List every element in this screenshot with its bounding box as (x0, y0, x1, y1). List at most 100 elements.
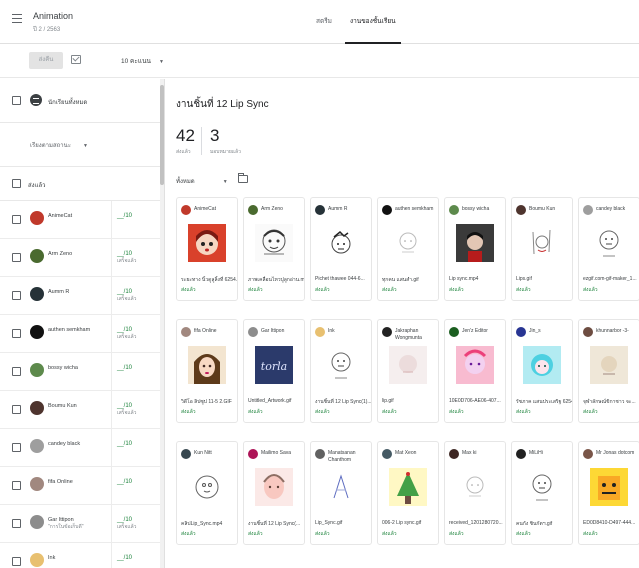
submission-filter-dropdown[interactable]: ทั้งหมด ▼ (176, 176, 228, 186)
student-checkbox[interactable] (12, 405, 21, 414)
student-checkbox[interactable] (12, 481, 21, 490)
student-checkbox[interactable] (12, 253, 21, 262)
submission-card[interactable]: Kun Nitt คลิปLip_Sync.mp4 ส่งแล้ว (176, 441, 238, 545)
submission-thumbnail[interactable] (590, 346, 628, 384)
grade-field[interactable]: __/10 (117, 365, 132, 372)
attachment-name[interactable]: ภาพเคลื่อนไหวปูลูกอ่าน.mov (248, 276, 304, 284)
attachment-name[interactable]: 10E0D706-AE06-407... (449, 398, 505, 404)
student-row[interactable]: fifa Online __/10 (0, 467, 164, 505)
attachment-name[interactable]: Lip sync.mp4 (449, 276, 505, 282)
sort-label[interactable]: นักเรียนทั้งหมด (48, 97, 87, 107)
student-checkbox[interactable] (12, 291, 21, 300)
attachment-name[interactable]: ED0D8410-D497-444... (583, 520, 639, 526)
scrollbar-thumb[interactable] (160, 85, 164, 185)
submission-thumbnail[interactable] (188, 346, 226, 384)
submission-thumbnail[interactable] (456, 224, 494, 262)
attachment-name[interactable]: 006-2 Lip sync.gif (382, 520, 438, 526)
student-row[interactable]: Boumu Kun __/10 เสร็จแล้ว (0, 391, 164, 429)
submission-card[interactable]: Manatsanan Chanthom Lip_Sync.gif ส่งแล้ว (310, 441, 372, 545)
submission-card[interactable]: bossy wicha Lip sync.mp4 ส่งแล้ว (444, 197, 506, 301)
folder-icon[interactable] (238, 173, 248, 183)
attachment-name[interactable]: รัชภาค แสนประเสริฐ 6254... (516, 398, 572, 406)
attachment-name[interactable]: Lip_Sync.gif (315, 520, 371, 526)
submission-thumbnail[interactable] (188, 468, 226, 506)
attachment-name[interactable]: Lips.gif (516, 276, 572, 282)
submission-card[interactable]: Mr Jonas dotcom ED0D8410-D497-444... ส่งแล… (578, 441, 639, 545)
student-row[interactable]: bossy wicha __/10 (0, 353, 164, 391)
attachment-name[interactable]: ระยะทาง นิ้วดูลูลิ้งที่ 6254... (181, 276, 237, 284)
student-checkbox[interactable] (12, 215, 21, 224)
attachment-name[interactable]: วิดีโอ ลิปซูป 11-5 2.GIF (181, 398, 237, 406)
submission-card[interactable]: Jakraphan Wongmunta lip.gif ส่งแล้ว (377, 319, 439, 423)
student-row[interactable]: candey black __/10 (0, 429, 164, 467)
submission-thumbnail[interactable] (322, 224, 360, 262)
attachment-name[interactable]: Untitled_Artwork.gif (248, 398, 304, 404)
submission-card[interactable]: Ink งานชิ้นที่ 12 Lip Sync(1)... ส่งแล้ว (310, 319, 372, 423)
grade-field[interactable]: __/10 เสร็จแล้ว (117, 517, 136, 531)
group-checkbox[interactable] (12, 179, 21, 188)
sort-icon[interactable] (30, 94, 42, 106)
submission-card[interactable]: authen semkham ทุกคน แสนสำ.gif ส่งแล้ว (377, 197, 439, 301)
submission-card[interactable]: Aumm R Pichet thawee 044-6... ส่งแล้ว (310, 197, 372, 301)
submission-card[interactable]: Jen'z Editor 10E0D706-AE06-407... ส่งแล้ว (444, 319, 506, 423)
submission-thumbnail[interactable] (255, 224, 293, 262)
attachment-name[interactable]: ezgif.com-gif-maker_1... (583, 276, 639, 282)
submission-card[interactable]: AnimeCat ระยะทาง นิ้วดูลูลิ้งที่ 6254... ส… (176, 197, 238, 301)
points-select[interactable]: 10 คะแนน ▼ (121, 56, 164, 66)
tab-instructions[interactable]: สตรีม (307, 0, 341, 44)
scrollbar[interactable] (160, 79, 164, 568)
submission-thumbnail[interactable] (456, 346, 494, 384)
submission-card[interactable]: Jin_s รัชภาค แสนประเสริฐ 6254... ส่งแล้ว (511, 319, 573, 423)
submission-thumbnail[interactable] (389, 346, 427, 384)
submission-thumbnail[interactable] (456, 468, 494, 506)
submission-thumbnail[interactable] (523, 346, 561, 384)
attachment-name[interactable]: คนกัง ชินกัตฯ.gif (516, 520, 572, 528)
status-filter-dropdown[interactable]: เรียงตามสถานะ ▼ (30, 140, 88, 150)
submission-thumbnail[interactable] (188, 224, 226, 262)
student-row[interactable]: Ink __/10 (0, 543, 164, 568)
submission-card[interactable]: Mat Xeon 006-2 Lip sync.gif ส่งแล้ว (377, 441, 439, 545)
student-row[interactable]: Gar Ittipon "การในข้อเก็บดี" __/10 เสร็จแล้… (0, 505, 164, 543)
attachment-name[interactable]: received_1201280720... (449, 520, 505, 526)
submission-thumbnail[interactable] (255, 468, 293, 506)
submission-card[interactable]: khunnarbor -3- จุฬาลักษณ์ขิกาชาว จะ... ส่ง… (578, 319, 639, 423)
submission-thumbnail[interactable] (389, 468, 427, 506)
submission-card[interactable]: Max ki received_1201280720... ส่งแล้ว (444, 441, 506, 545)
submission-thumbnail[interactable] (389, 224, 427, 262)
submission-card[interactable]: Boumu Kun Lips.gif ส่งแล้ว (511, 197, 573, 301)
menu-icon[interactable] (12, 14, 22, 23)
student-checkbox[interactable] (12, 329, 21, 338)
grade-field[interactable]: __/10 เสร็จแล้ว (117, 327, 136, 341)
grade-field[interactable]: __/10 เสร็จแล้ว (117, 251, 136, 265)
return-button[interactable]: ส่งคืน (29, 52, 63, 69)
email-icon[interactable] (71, 55, 81, 64)
submission-thumbnail[interactable] (590, 468, 628, 506)
attachment-name[interactable]: คลิปLip_Sync.mp4 (181, 520, 237, 528)
tab-student-work[interactable]: งานของชั้นเรียน (341, 0, 405, 44)
submission-thumbnail[interactable]: torla (255, 346, 293, 384)
submission-card[interactable]: fifa Online วิดีโอ ลิปซูป 11-5 2.GIF ส่งแล… (176, 319, 238, 423)
student-checkbox[interactable] (12, 557, 21, 566)
submission-thumbnail[interactable] (322, 346, 360, 384)
submission-thumbnail[interactable] (523, 468, 561, 506)
submission-thumbnail[interactable] (322, 468, 360, 506)
grade-field[interactable]: __/10 เสร็จแล้ว (117, 403, 136, 417)
student-checkbox[interactable] (12, 367, 21, 376)
submission-thumbnail[interactable] (590, 224, 628, 262)
grade-field[interactable]: __/10 (117, 213, 132, 220)
submission-card[interactable]: Mailimo Sava งานชิ้นที่ 12 Lip Sync(... ส่… (243, 441, 305, 545)
grade-field[interactable]: __/10 เสร็จแล้ว (117, 289, 136, 303)
submission-card[interactable]: candey black ezgif.com-gif-maker_1... ส่งแ… (578, 197, 639, 301)
attachment-name[interactable]: งานชิ้นที่ 12 Lip Sync(... (248, 520, 304, 528)
submission-card[interactable]: Gar Ittipon torla Untitled_Artwork.gif ส่งแ… (243, 319, 305, 423)
grade-field[interactable]: __/10 (117, 479, 132, 486)
student-row[interactable]: Arm Zeno __/10 เสร็จแล้ว (0, 239, 164, 277)
attachment-name[interactable]: งานชิ้นที่ 12 Lip Sync(1)... (315, 398, 371, 406)
select-all-checkbox[interactable] (12, 96, 21, 105)
student-checkbox[interactable] (12, 519, 21, 528)
attachment-name[interactable]: lip.gif (382, 398, 438, 404)
submission-thumbnail[interactable] (523, 224, 561, 262)
grade-field[interactable]: __/10 (117, 555, 132, 562)
attachment-name[interactable]: Pichet thawee 044-6... (315, 276, 371, 282)
class-title-block[interactable]: Animation ปี 2 / 2563 (33, 11, 73, 34)
